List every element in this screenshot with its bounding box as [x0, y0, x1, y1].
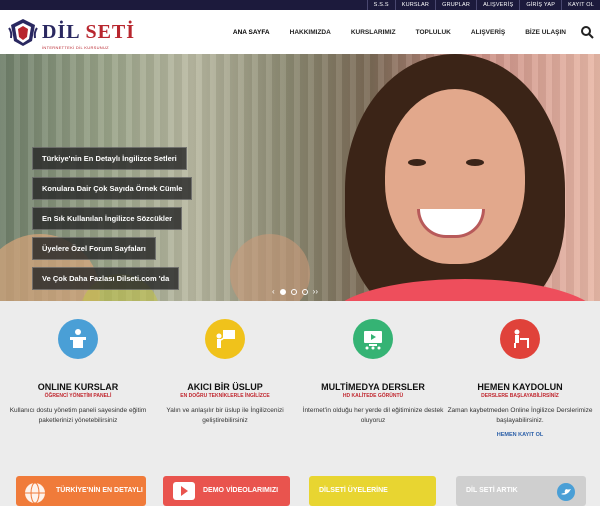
service-subtitle: HD KALİTEDE GÖRÜNTÜ: [342, 393, 404, 399]
promo-tile-members[interactable]: DİLSETİ ÜYELERİNE: [309, 476, 436, 506]
top-utility-bar: S.S.S KURSLAR GRUPLAR ALIŞVERİŞ GİRİŞ YA…: [0, 0, 600, 10]
hero-feature: Türkiye'nin En Detaylı İngilizce Setleri: [32, 147, 187, 170]
top-link-shopping[interactable]: ALIŞVERİŞ: [476, 0, 519, 10]
nav-contact[interactable]: BİZE ULAŞIN: [515, 29, 576, 36]
logo-subtitle: İNTERNETTEKİ DİL KURSUNUZ: [42, 45, 109, 50]
hero-photo-eye: [408, 159, 426, 166]
hero-feature: Konulara Dair Çok Sayıda Örnek Cümle: [32, 177, 193, 200]
promo-label: DİLSETİ ÜYELERİNE: [319, 487, 388, 494]
hero-feature: En Sık Kullanılan İngilizce Sözcükler: [32, 207, 183, 230]
slider-next-button[interactable]: ››: [313, 287, 318, 296]
hero-slider: Türkiye'nin En Detaylı İngilizce Setleri…: [0, 54, 600, 301]
service-title: ONLINE KURSLAR: [37, 382, 119, 392]
globe-icon: [25, 482, 45, 504]
hero-photo-eye: [466, 159, 484, 166]
service-multimedia: MULTİMEDYA DERSLER HD KALİTEDE GÖRÜNTÜ İ…: [298, 319, 448, 425]
service-subtitle: EN DOĞRU TEKNİKLERLE İNGİLİZCE: [180, 393, 270, 399]
slider-controls: ‹ ››: [272, 287, 318, 296]
top-link-groups[interactable]: GRUPLAR: [435, 0, 476, 10]
search-icon[interactable]: [580, 25, 594, 39]
service-description: Yalın ve anlaşılır bir üslup ile İngiliz…: [166, 407, 284, 424]
hero-feature: Üyelere Özel Forum Sayfaları: [32, 237, 156, 260]
service-subtitle: ÖĞRENCİ YÖNETİM PANELİ: [44, 393, 112, 399]
logo-title[interactable]: DİL SETİ: [42, 21, 135, 44]
promo-tile-now[interactable]: DİL SETİ ARTIK: [456, 476, 586, 506]
promo-label: DEMO VİDEOLARIMIZI: [203, 487, 279, 494]
service-online-courses: ONLINE KURSLAR ÖĞRENCİ YÖNETİM PANELİ Ku…: [3, 319, 153, 425]
nav-home[interactable]: ANA SAYFA: [223, 29, 280, 36]
hero-feature: Ve Çok Daha Fazlası Dilseti.com 'da: [32, 267, 180, 290]
top-link-login[interactable]: GİRİŞ YAP: [519, 0, 561, 10]
service-description: Zaman kaybetmeden Online İngilizce Dersl…: [447, 407, 593, 424]
podium-icon: [70, 329, 86, 348]
nav-shopping[interactable]: ALIŞVERİŞ: [461, 29, 515, 36]
promo-label: DİL SETİ ARTIK: [466, 487, 518, 494]
service-icon-circle: [58, 319, 98, 359]
youtube-icon: [173, 482, 195, 500]
slider-prev-button[interactable]: ‹: [272, 287, 275, 296]
service-register-now: HEMEN KAYDOLUN DERSLERE BAŞLAYABİLİRSİNİ…: [445, 319, 595, 438]
nav-courses[interactable]: KURSLARIMIZ: [341, 29, 406, 36]
nav-community[interactable]: TOPLULUK: [406, 29, 461, 36]
service-description: İnternet'in olduğu her yerde dil eğitimi…: [302, 407, 444, 424]
slider-dot-3[interactable]: [301, 288, 308, 295]
service-title: MULTİMEDYA DERSLER: [321, 382, 425, 392]
service-fluent-style: AKICI BİR ÜSLUP EN DOĞRU TEKNİKLERLE İNG…: [150, 319, 300, 425]
promo-label: TÜRKİYE'NİN EN DETAYLI: [56, 487, 143, 494]
services-section: ONLINE KURSLAR ÖĞRENCİ YÖNETİM PANELİ Ku…: [0, 301, 600, 500]
service-description: Kullanıcı dostu yönetim paneli sayesinde…: [9, 407, 147, 424]
register-now-link[interactable]: HEMEN KAYIT OL: [445, 432, 595, 438]
service-title: HEMEN KAYDOLUN: [477, 382, 563, 392]
hero-feature-list: Türkiye'nin En Detaylı İngilizce Setleri…: [32, 147, 193, 297]
service-icon-circle: [500, 319, 540, 359]
monitor-icon: [364, 331, 382, 350]
desk-student-icon: [514, 329, 529, 348]
top-link-courses[interactable]: KURSLAR: [394, 0, 435, 10]
service-subtitle: DERSLERE BAŞLAYABİLİRSİNİZ: [481, 393, 559, 399]
twitter-icon: [557, 483, 575, 501]
top-link-register[interactable]: KAYIT OL: [561, 0, 600, 10]
slider-dot-1[interactable]: [279, 288, 286, 295]
logo-emblem-icon[interactable]: [8, 17, 38, 47]
logo-title-part2: SETİ: [85, 21, 136, 43]
nav-about[interactable]: HAKKIMIZDA: [280, 29, 341, 36]
promo-tile-demo-videos[interactable]: DEMO VİDEOLARIMIZI: [163, 476, 290, 506]
service-icon-circle: [205, 319, 245, 359]
teacher-icon: [216, 330, 235, 348]
service-title: AKICI BİR ÜSLUP: [187, 382, 263, 392]
slider-dot-2[interactable]: [290, 288, 297, 295]
service-icon-circle: [353, 319, 393, 359]
main-nav: ANA SAYFA HAKKIMIZDA KURSLARIMIZ TOPLULU…: [223, 10, 600, 54]
logo-title-part1: DİL: [42, 21, 80, 43]
top-link-faq[interactable]: S.S.S: [366, 0, 395, 10]
promo-tile-detailed[interactable]: TÜRKİYE'NİN EN DETAYLI: [16, 476, 146, 506]
